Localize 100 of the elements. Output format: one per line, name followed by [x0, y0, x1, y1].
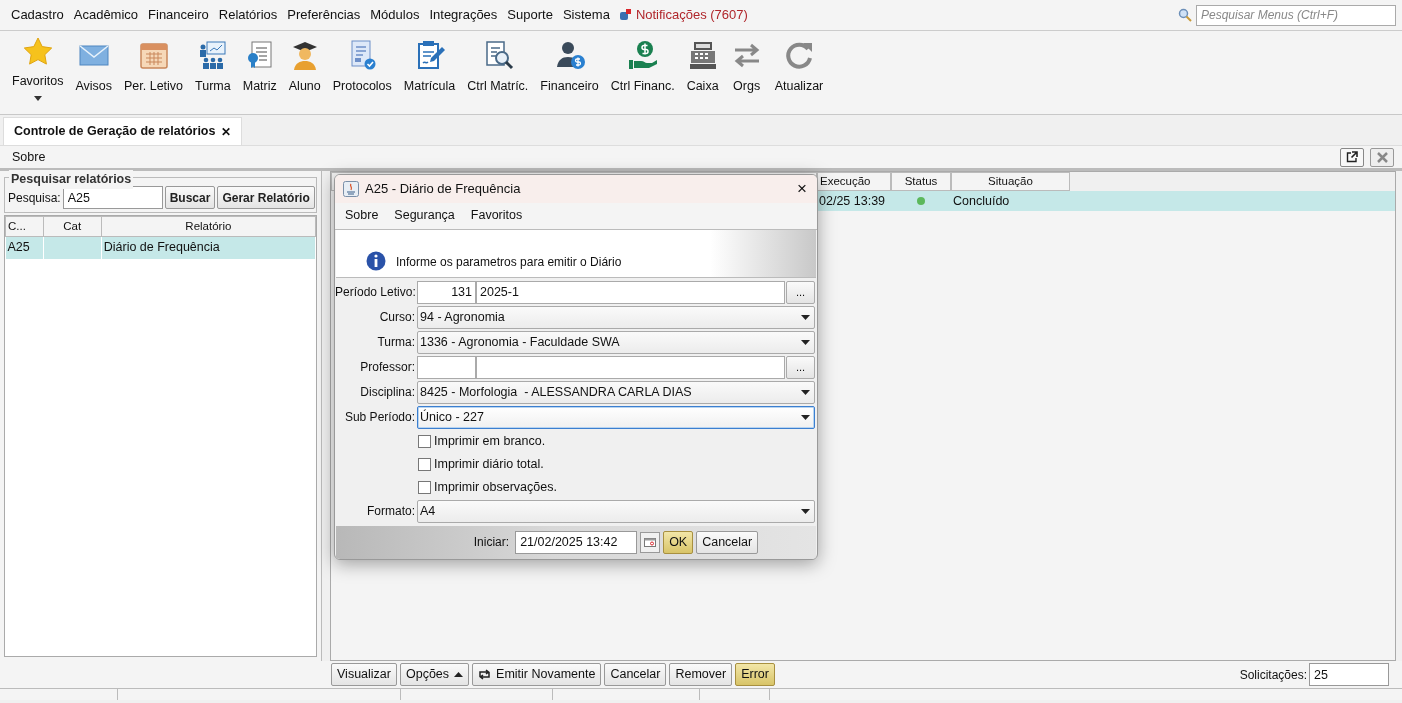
menu-item[interactable]: Sobre — [12, 147, 46, 167]
checkbox-label[interactable]: Imprimir diário total. — [434, 454, 544, 474]
tab-close-button[interactable]: ✕ — [221, 122, 232, 141]
toolbar-button[interactable]: Ctrl Matríc. — [461, 39, 535, 96]
search-icon — [1178, 8, 1192, 22]
checkbox[interactable] — [418, 434, 431, 448]
table-row[interactable]: 02/25 13:39 Concluído — [817, 191, 1395, 211]
checkbox[interactable] — [418, 457, 431, 471]
toolbar-button[interactable]: Atualizar — [768, 39, 830, 96]
toolbar-button[interactable]: Financeiro — [534, 39, 605, 96]
field-label: Disciplina: — [359, 384, 416, 401]
column-header[interactable]: Situação — [951, 172, 1070, 191]
field-label: Curso: — [378, 309, 416, 326]
table-cell-text: Concluído — [952, 193, 1011, 210]
column-header[interactable]: Cat — [43, 216, 102, 237]
start-label: Iniciar: — [473, 534, 510, 552]
calendar-icon — [644, 537, 657, 547]
menu-item[interactable]: Preferências — [282, 5, 366, 25]
lookup-button[interactable]: ... — [786, 355, 815, 379]
search-field[interactable]: A25 — [62, 186, 163, 209]
toolbar-button[interactable]: Caixa — [680, 39, 725, 96]
caret-icon — [801, 314, 810, 320]
toolbar-button[interactable]: Favoritos — [6, 36, 70, 101]
value-field[interactable]: 2025-1 — [476, 280, 785, 304]
menu-item[interactable]: Segurança — [386, 206, 463, 226]
close-icon — [1376, 151, 1388, 163]
value-field[interactable] — [476, 355, 785, 379]
external-link-icon — [1346, 151, 1358, 163]
close-button[interactable] — [1370, 147, 1394, 167]
checkbox-label[interactable]: Imprimir em branco. — [434, 431, 546, 451]
requests-count-field[interactable]: 25 — [1309, 663, 1389, 686]
star-icon — [21, 36, 54, 68]
search-field[interactable]: Pesquisar Menus (Ctrl+F) — [1196, 4, 1396, 26]
column-header[interactable]: Relatório — [101, 216, 316, 237]
column-header[interactable]: Execução — [817, 172, 891, 191]
action-button[interactable]: Emitir Novamente — [472, 663, 602, 686]
dialog-button[interactable]: Cancelar — [696, 530, 759, 554]
dropdown[interactable]: A4 — [417, 499, 815, 523]
calendar-button[interactable] — [640, 531, 661, 553]
close-button[interactable]: × — [795, 180, 809, 198]
start-date-field[interactable]: 21/02/2025 13:42 — [515, 530, 638, 554]
action-button[interactable]: Remover — [669, 663, 733, 686]
toolbar-button[interactable]: Avisos — [69, 39, 118, 96]
action-button[interactable]: Visualizar — [331, 663, 397, 686]
column-header[interactable]: Status — [891, 172, 951, 191]
search-button[interactable]: Buscar — [164, 186, 216, 209]
action-button[interactable]: Opções — [399, 663, 470, 686]
column-header[interactable]: C... — [5, 216, 44, 237]
toolbar-button[interactable]: Matriz — [236, 39, 283, 96]
lookup-button[interactable]: ... — [786, 280, 815, 304]
field-label: Período Letivo: — [335, 284, 417, 301]
action-button[interactable]: Cancelar — [604, 663, 667, 686]
toolbar-button[interactable]: Per. Letivo — [118, 39, 190, 96]
dropdown[interactable]: Único - 227 — [417, 405, 815, 429]
toolbar-button[interactable]: Turma — [189, 39, 237, 96]
toolbar-button[interactable]: Aluno — [282, 39, 327, 96]
detach-button[interactable] — [1340, 147, 1364, 167]
menu-item[interactable]: Sistema — [557, 5, 615, 25]
menu-item[interactable]: Financeiro — [143, 5, 214, 25]
info-icon — [366, 250, 386, 271]
menu-item[interactable]: Acadêmico — [68, 5, 144, 25]
java-icon — [343, 180, 359, 197]
field-label: Formato: — [366, 503, 416, 520]
code-field[interactable] — [417, 355, 476, 379]
menu-item[interactable]: Relatórios — [213, 5, 283, 25]
table-cell: A25 — [5, 236, 44, 259]
requests-label: Solicitações: — [1239, 666, 1307, 684]
notifications-link[interactable]: Notificações (7607) — [635, 5, 748, 25]
group-title: Pesquisar relatórios — [9, 170, 134, 189]
tab[interactable]: Controle de Geração de relatórios ✕ — [3, 117, 243, 145]
action-button[interactable]: Error — [735, 663, 775, 686]
caret-icon — [801, 389, 810, 395]
field-label: Professor: — [359, 359, 416, 376]
menu-item[interactable]: Favoritos — [462, 206, 531, 226]
dropdown[interactable]: 94 - Agronomia — [417, 305, 815, 329]
caret-up-icon — [454, 672, 464, 677]
menu-item[interactable]: Suporte — [502, 5, 558, 25]
caret-icon — [801, 339, 810, 345]
table-cell-text: 02/25 13:39 — [818, 193, 887, 210]
toolbar-button[interactable]: Matrícula — [397, 39, 462, 96]
toolbar-button[interactable]: Orgs — [724, 39, 769, 96]
dropdown[interactable]: 1336 - Agronomia - Faculdade SWA — [417, 330, 815, 354]
caret-icon — [801, 414, 810, 420]
menu-item[interactable]: Cadastro — [6, 5, 69, 25]
dialog-button[interactable]: OK — [663, 530, 694, 554]
search-button[interactable]: Gerar Relatório — [217, 186, 315, 209]
menu-item[interactable]: Módulos — [365, 5, 425, 25]
dialog-title: A25 - Diário de Frequência — [365, 180, 521, 199]
menu-item[interactable]: Integrações — [424, 5, 503, 25]
dropdown[interactable]: 8425 - Morfologia - ALESSANDRA CARLA DIAS — [417, 380, 815, 404]
search-label: Pesquisa: — [8, 189, 61, 207]
table-cell: Diário de Frequência — [101, 236, 316, 259]
info-text: Informe os parametros para emitir o Diário — [396, 253, 622, 271]
checkbox-label[interactable]: Imprimir observações. — [434, 477, 557, 497]
menu-item[interactable]: Sobre — [337, 206, 387, 226]
toolbar-button[interactable]: Protocolos — [326, 39, 398, 96]
table-row[interactable]: A25 Diário de Frequência — [5, 236, 316, 259]
toolbar-button[interactable]: Ctrl Financ. — [604, 39, 681, 96]
checkbox[interactable] — [418, 480, 431, 494]
code-field[interactable]: 131 — [417, 280, 476, 304]
